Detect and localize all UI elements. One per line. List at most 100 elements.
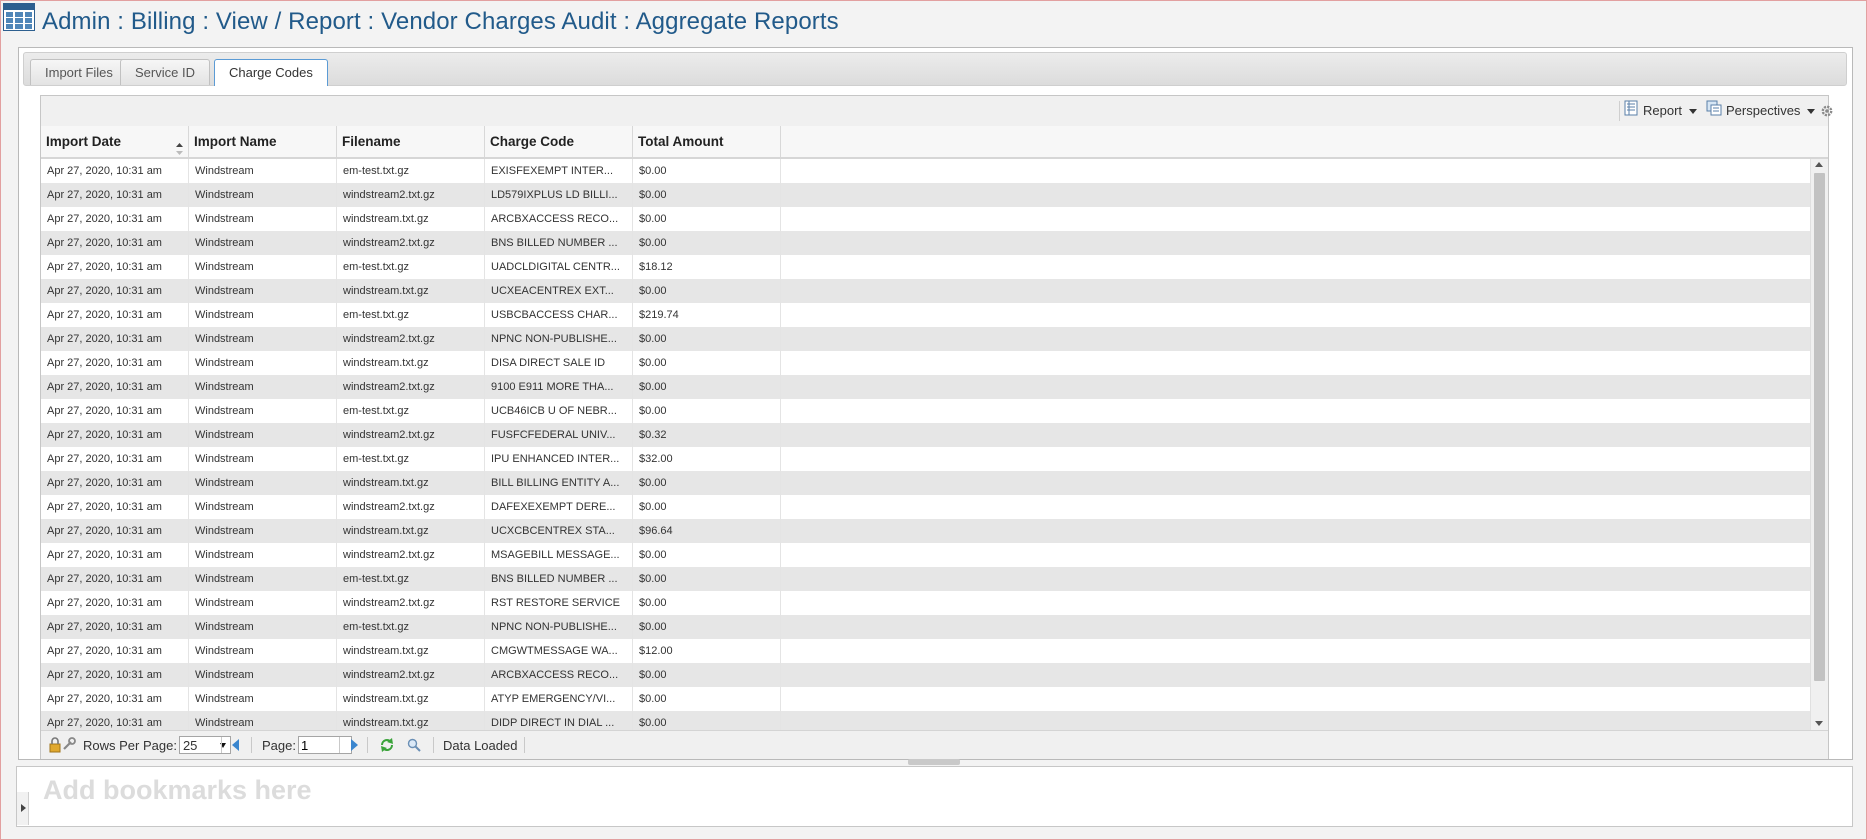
prev-page-icon[interactable] [231,731,241,759]
cell-import-date: Apr 27, 2020, 10:31 am [41,615,189,639]
table-row[interactable]: Apr 27, 2020, 10:31 am Windstream em-test.… [41,567,1811,591]
table-row[interactable]: Apr 27, 2020, 10:31 am Windstream em-test.… [41,159,1811,183]
page-number-input[interactable] [297,736,352,754]
column-header-import-name[interactable]: Import Name [189,126,337,157]
table-row[interactable]: Apr 27, 2020, 10:31 am Windstream windstre… [41,711,1811,730]
perspectives-button[interactable]: Perspectives [1706,100,1816,121]
cell-import-date: Apr 27, 2020, 10:31 am [41,255,189,279]
table-row[interactable]: Apr 27, 2020, 10:31 am Windstream windstre… [41,351,1811,375]
cell-import-date: Apr 27, 2020, 10:31 am [41,543,189,567]
cell-charge-code: NPNC NON-PUBLISHE... [485,327,633,351]
rows-per-page-select[interactable]: 25 [178,736,231,754]
cell-filename: windstream.txt.gz [337,711,485,730]
table-row[interactable]: Apr 27, 2020, 10:31 am Windstream windstre… [41,543,1811,567]
cell-charge-code: NPNC NON-PUBLISHE... [485,615,633,639]
vertical-scrollbar[interactable] [1810,159,1828,730]
cell-import-date: Apr 27, 2020, 10:31 am [41,711,189,730]
cell-filename: windstream.txt.gz [337,351,485,375]
search-icon[interactable] [407,731,421,759]
cell-import-date: Apr 27, 2020, 10:31 am [41,183,189,207]
cell-charge-code: ARCBXACCESS RECO... [485,207,633,231]
cell-filename: em-test.txt.gz [337,615,485,639]
table-row[interactable]: Apr 27, 2020, 10:31 am Windstream windstre… [41,231,1811,255]
cell-charge-code: RST RESTORE SERVICE [485,591,633,615]
cell-total-amount: $0.00 [633,327,781,351]
cell-import-date: Apr 27, 2020, 10:31 am [41,495,189,519]
tab-import-files[interactable]: Import Files [30,59,128,85]
cell-total-amount: $0.00 [633,567,781,591]
table-row[interactable]: Apr 27, 2020, 10:31 am Windstream em-test.… [41,303,1811,327]
tab-charge-codes[interactable]: Charge Codes [214,59,328,86]
cell-filename: windstream.txt.gz [337,687,485,711]
cell-total-amount: $0.00 [633,159,781,183]
cell-import-date: Apr 27, 2020, 10:31 am [41,375,189,399]
report-label: Report [1643,103,1683,118]
grid-body: Apr 27, 2020, 10:31 am Windstream em-test.… [41,159,1811,730]
cell-total-amount: $0.00 [633,351,781,375]
cell-import-date: Apr 27, 2020, 10:31 am [41,567,189,591]
status-text: Data Loaded [443,737,518,753]
cell-import-name: Windstream [189,231,337,255]
cell-import-date: Apr 27, 2020, 10:31 am [41,399,189,423]
table-row[interactable]: Apr 27, 2020, 10:31 am Windstream windstre… [41,183,1811,207]
cell-total-amount: $0.00 [633,231,781,255]
cell-import-name: Windstream [189,159,337,183]
table-row[interactable]: Apr 27, 2020, 10:31 am Windstream windstre… [41,471,1811,495]
lock-icon[interactable] [49,731,77,759]
report-button[interactable]: Report [1624,100,1698,121]
scroll-down-icon[interactable] [1815,721,1823,726]
table-row[interactable]: Apr 27, 2020, 10:31 am Windstream em-test.… [41,447,1811,471]
data-grid: Report Perspectives Import Date Import N… [40,95,1833,759]
cell-charge-code: USBCBACCESS CHAR... [485,303,633,327]
next-page-icon[interactable] [349,731,359,759]
cell-filename: windstream2.txt.gz [337,543,485,567]
pager-separator [339,737,340,753]
grid-toolbar: Report Perspectives [41,96,1833,127]
refresh-icon[interactable] [379,731,395,759]
cell-charge-code: BNS BILLED NUMBER ... [485,567,633,591]
table-row[interactable]: Apr 27, 2020, 10:31 am Windstream windstre… [41,591,1811,615]
bookmark-panel[interactable]: Add bookmarks here [16,766,1853,827]
scrollbar-thumb[interactable] [1814,173,1825,681]
cell-filename: em-test.txt.gz [337,447,485,471]
cell-charge-code: MSAGEBILL MESSAGE... [485,543,633,567]
table-row[interactable]: Apr 27, 2020, 10:31 am Windstream windstre… [41,687,1811,711]
chevron-right-icon [21,804,26,812]
column-header-label: Import Date [46,134,122,149]
perspectives-label: Perspectives [1726,103,1801,118]
cell-charge-code: UCB46ICB U OF NEBR... [485,399,633,423]
table-row[interactable]: Apr 27, 2020, 10:31 am Windstream windstre… [41,519,1811,543]
tab-service-id[interactable]: Service ID [120,59,210,85]
cell-total-amount: $0.00 [633,615,781,639]
cell-filename: em-test.txt.gz [337,159,485,183]
cell-import-name: Windstream [189,543,337,567]
column-header-filename[interactable]: Filename [337,126,485,157]
table-row[interactable]: Apr 27, 2020, 10:31 am Windstream windstre… [41,327,1811,351]
cell-total-amount: $12.00 [633,639,781,663]
column-header-total-amount[interactable]: Total Amount [633,126,781,157]
table-row[interactable]: Apr 27, 2020, 10:31 am Windstream windstre… [41,495,1811,519]
cell-charge-code: 9100 E911 MORE THA... [485,375,633,399]
table-row[interactable]: Apr 27, 2020, 10:31 am Windstream windstre… [41,279,1811,303]
table-row[interactable]: Apr 27, 2020, 10:31 am Windstream em-test.… [41,255,1811,279]
table-row[interactable]: Apr 27, 2020, 10:31 am Windstream windstre… [41,375,1811,399]
table-row[interactable]: Apr 27, 2020, 10:31 am Windstream windstre… [41,207,1811,231]
table-row[interactable]: Apr 27, 2020, 10:31 am Windstream windstre… [41,663,1811,687]
gear-icon[interactable] [1820,101,1834,121]
column-header-import-date[interactable]: Import Date [41,126,189,157]
scroll-up-icon[interactable] [1815,162,1823,167]
expand-panel-button[interactable] [17,792,29,825]
cell-charge-code: FUSFCFEDERAL UNIV... [485,423,633,447]
column-header-charge-code[interactable]: Charge Code [485,126,633,157]
cell-import-name: Windstream [189,375,337,399]
cell-import-name: Windstream [189,327,337,351]
chevron-down-icon [1807,108,1816,114]
table-row[interactable]: Apr 27, 2020, 10:31 am Windstream windstre… [41,423,1811,447]
table-row[interactable]: Apr 27, 2020, 10:31 am Windstream em-test.… [41,615,1811,639]
table-row[interactable]: Apr 27, 2020, 10:31 am Windstream em-test.… [41,399,1811,423]
cell-import-date: Apr 27, 2020, 10:31 am [41,327,189,351]
cell-import-date: Apr 27, 2020, 10:31 am [41,159,189,183]
pager-separator [433,737,434,753]
table-row[interactable]: Apr 27, 2020, 10:31 am Windstream windstre… [41,639,1811,663]
splitter-handle[interactable] [908,759,960,765]
